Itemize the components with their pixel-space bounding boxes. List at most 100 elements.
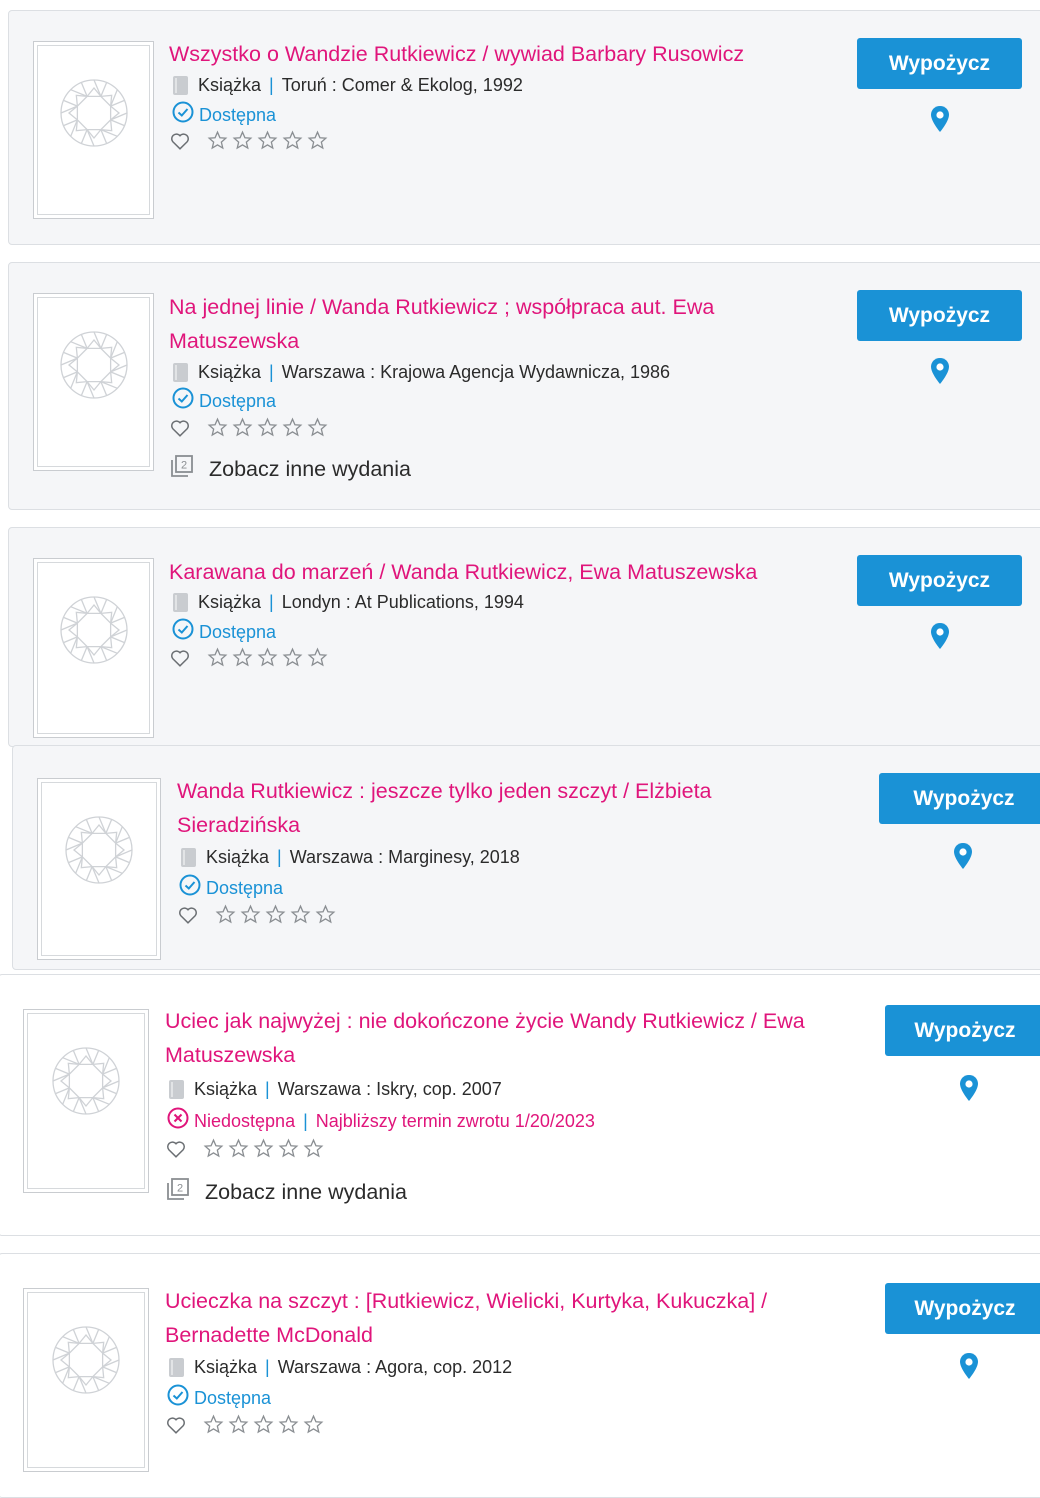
result-meta: Książka | Warszawa : Krajowa Agencja Wyd… <box>173 360 670 384</box>
favorite-heart-icon[interactable] <box>169 130 207 157</box>
material-type: Książka <box>198 592 262 612</box>
rating-star-icon[interactable] <box>240 904 265 930</box>
rating-star-icon[interactable] <box>257 647 282 673</box>
rating-star-icon[interactable] <box>232 130 257 156</box>
see-other-editions-link[interactable]: 2 Zobacz inne wydania <box>169 453 411 485</box>
book-icon <box>173 75 188 95</box>
location-pin-icon[interactable] <box>959 1352 979 1380</box>
rating-star-icon[interactable] <box>253 1138 278 1164</box>
location-pin-icon[interactable] <box>959 1074 979 1102</box>
rating-star-icon[interactable] <box>207 130 232 156</box>
status-label: Niedostępna <box>194 1111 296 1131</box>
result-meta: Książka | Warszawa : Agora, cop. 2012 <box>169 1355 512 1379</box>
book-cover-placeholder[interactable] <box>33 293 154 471</box>
availability-status: Dostępna <box>172 387 276 415</box>
favorite-heart-icon[interactable] <box>177 904 215 931</box>
result-title[interactable]: Wszystko o Wandzie Rutkiewicz / wywiad B… <box>169 37 744 71</box>
book-cover-placeholder[interactable] <box>33 558 154 738</box>
book-cover-placeholder[interactable] <box>37 778 161 960</box>
check-circle-icon <box>172 101 199 129</box>
rating-star-icon[interactable] <box>215 904 240 930</box>
rating-star-icon[interactable] <box>207 647 232 673</box>
publication-info: Toruń : Comer & Ekolog, 1992 <box>281 75 523 95</box>
rating-star-icon[interactable] <box>265 904 290 930</box>
rating-star-icon[interactable] <box>232 647 257 673</box>
editions-icon: 2 <box>169 453 209 485</box>
borrow-button[interactable]: Wypożycz <box>857 555 1022 606</box>
location-pin-icon[interactable] <box>930 105 950 133</box>
book-cover-placeholder[interactable] <box>23 1288 149 1472</box>
book-icon <box>169 1079 184 1099</box>
borrow-button[interactable]: Wypożycz <box>885 1005 1040 1056</box>
result-title[interactable]: Uciec jak najwyżej : nie dokończone życi… <box>165 1004 805 1072</box>
see-other-editions-link[interactable]: 2 Zobacz inne wydania <box>165 1176 407 1208</box>
availability-status: Dostępna <box>179 874 283 902</box>
publication-info: Warszawa : Agora, cop. 2012 <box>277 1357 513 1377</box>
favorite-heart-icon[interactable] <box>165 1414 203 1441</box>
location-pin-icon[interactable] <box>930 357 950 385</box>
result-card: Uciec jak najwyżej : nie dokończone życi… <box>0 974 1040 1236</box>
rating-star-icon[interactable] <box>303 1414 328 1440</box>
location-pin-icon[interactable] <box>930 622 950 650</box>
meta-separator: | <box>265 1079 270 1099</box>
availability-status: Dostępna <box>172 618 276 646</box>
result-meta: Książka | Toruń : Comer & Ekolog, 1992 <box>173 73 523 97</box>
rating-row <box>169 130 332 157</box>
book-icon <box>169 1357 184 1377</box>
rating-star-icon[interactable] <box>232 417 257 443</box>
rating-star-icon[interactable] <box>253 1414 278 1440</box>
favorite-heart-icon[interactable] <box>169 647 207 674</box>
result-title[interactable]: Wanda Rutkiewicz : jeszcze tylko jeden s… <box>177 774 712 842</box>
rating-star-icon[interactable] <box>307 130 332 156</box>
rating-star-icon[interactable] <box>203 1138 228 1164</box>
meta-separator: | <box>265 1357 270 1377</box>
rating-star-icon[interactable] <box>290 904 315 930</box>
rating-star-icon[interactable] <box>228 1138 253 1164</box>
result-title[interactable]: Ucieczka na szczyt : [Rutkiewicz, Wielic… <box>165 1284 767 1352</box>
status-label: Dostępna <box>199 391 277 411</box>
borrow-button[interactable]: Wypożycz <box>857 38 1022 89</box>
meta-separator: | <box>269 362 274 382</box>
return-date-note: Najbliższy termin zwrotu 1/20/2023 <box>315 1111 595 1131</box>
result-meta: Książka | Londyn : At Publications, 1994 <box>173 590 524 614</box>
borrow-button[interactable]: Wypożycz <box>857 290 1022 341</box>
material-type: Książka <box>198 75 262 95</box>
rating-star-icon[interactable] <box>257 417 282 443</box>
check-circle-icon <box>172 387 199 415</box>
rating-star-icon[interactable] <box>257 130 282 156</box>
rating-star-icon[interactable] <box>315 904 340 930</box>
rating-star-icon[interactable] <box>307 647 332 673</box>
result-card: Wanda Rutkiewicz : jeszcze tylko jeden s… <box>12 745 1040 970</box>
rating-star-icon[interactable] <box>278 1138 303 1164</box>
rating-star-icon[interactable] <box>282 417 307 443</box>
favorite-heart-icon[interactable] <box>165 1138 203 1165</box>
book-cover-placeholder[interactable] <box>33 41 154 219</box>
borrow-button[interactable]: Wypożycz <box>879 773 1040 824</box>
material-type: Książka <box>194 1079 258 1099</box>
editions-icon: 2 <box>165 1176 205 1208</box>
rating-star-icon[interactable] <box>278 1414 303 1440</box>
check-circle-icon <box>172 618 199 646</box>
rating-star-icon[interactable] <box>307 417 332 443</box>
see-other-editions-label: Zobacz inne wydania <box>205 1179 407 1204</box>
rating-star-icon[interactable] <box>207 417 232 443</box>
rating-row <box>169 417 332 444</box>
material-type: Książka <box>206 847 270 867</box>
status-label: Dostępna <box>199 105 277 125</box>
rating-star-icon[interactable] <box>282 130 307 156</box>
result-card: Na jednej linie / Wanda Rutkiewicz ; wsp… <box>8 262 1040 510</box>
result-title[interactable]: Karawana do marzeń / Wanda Rutkiewicz, E… <box>169 555 757 589</box>
rating-star-icon[interactable] <box>228 1414 253 1440</box>
favorite-heart-icon[interactable] <box>169 417 207 444</box>
rating-star-icon[interactable] <box>303 1138 328 1164</box>
result-title[interactable]: Na jednej linie / Wanda Rutkiewicz ; wsp… <box>169 290 714 358</box>
rating-star-icon[interactable] <box>203 1414 228 1440</box>
publication-info: Warszawa : Krajowa Agencja Wydawnicza, 1… <box>281 362 671 382</box>
availability-status: Dostępna <box>167 1384 271 1412</box>
rating-row <box>165 1138 328 1165</box>
borrow-button[interactable]: Wypożycz <box>885 1283 1040 1334</box>
rating-star-icon[interactable] <box>282 647 307 673</box>
publication-info: Warszawa : Marginesy, 2018 <box>289 847 520 867</box>
location-pin-icon[interactable] <box>953 842 973 870</box>
book-cover-placeholder[interactable] <box>23 1009 149 1193</box>
